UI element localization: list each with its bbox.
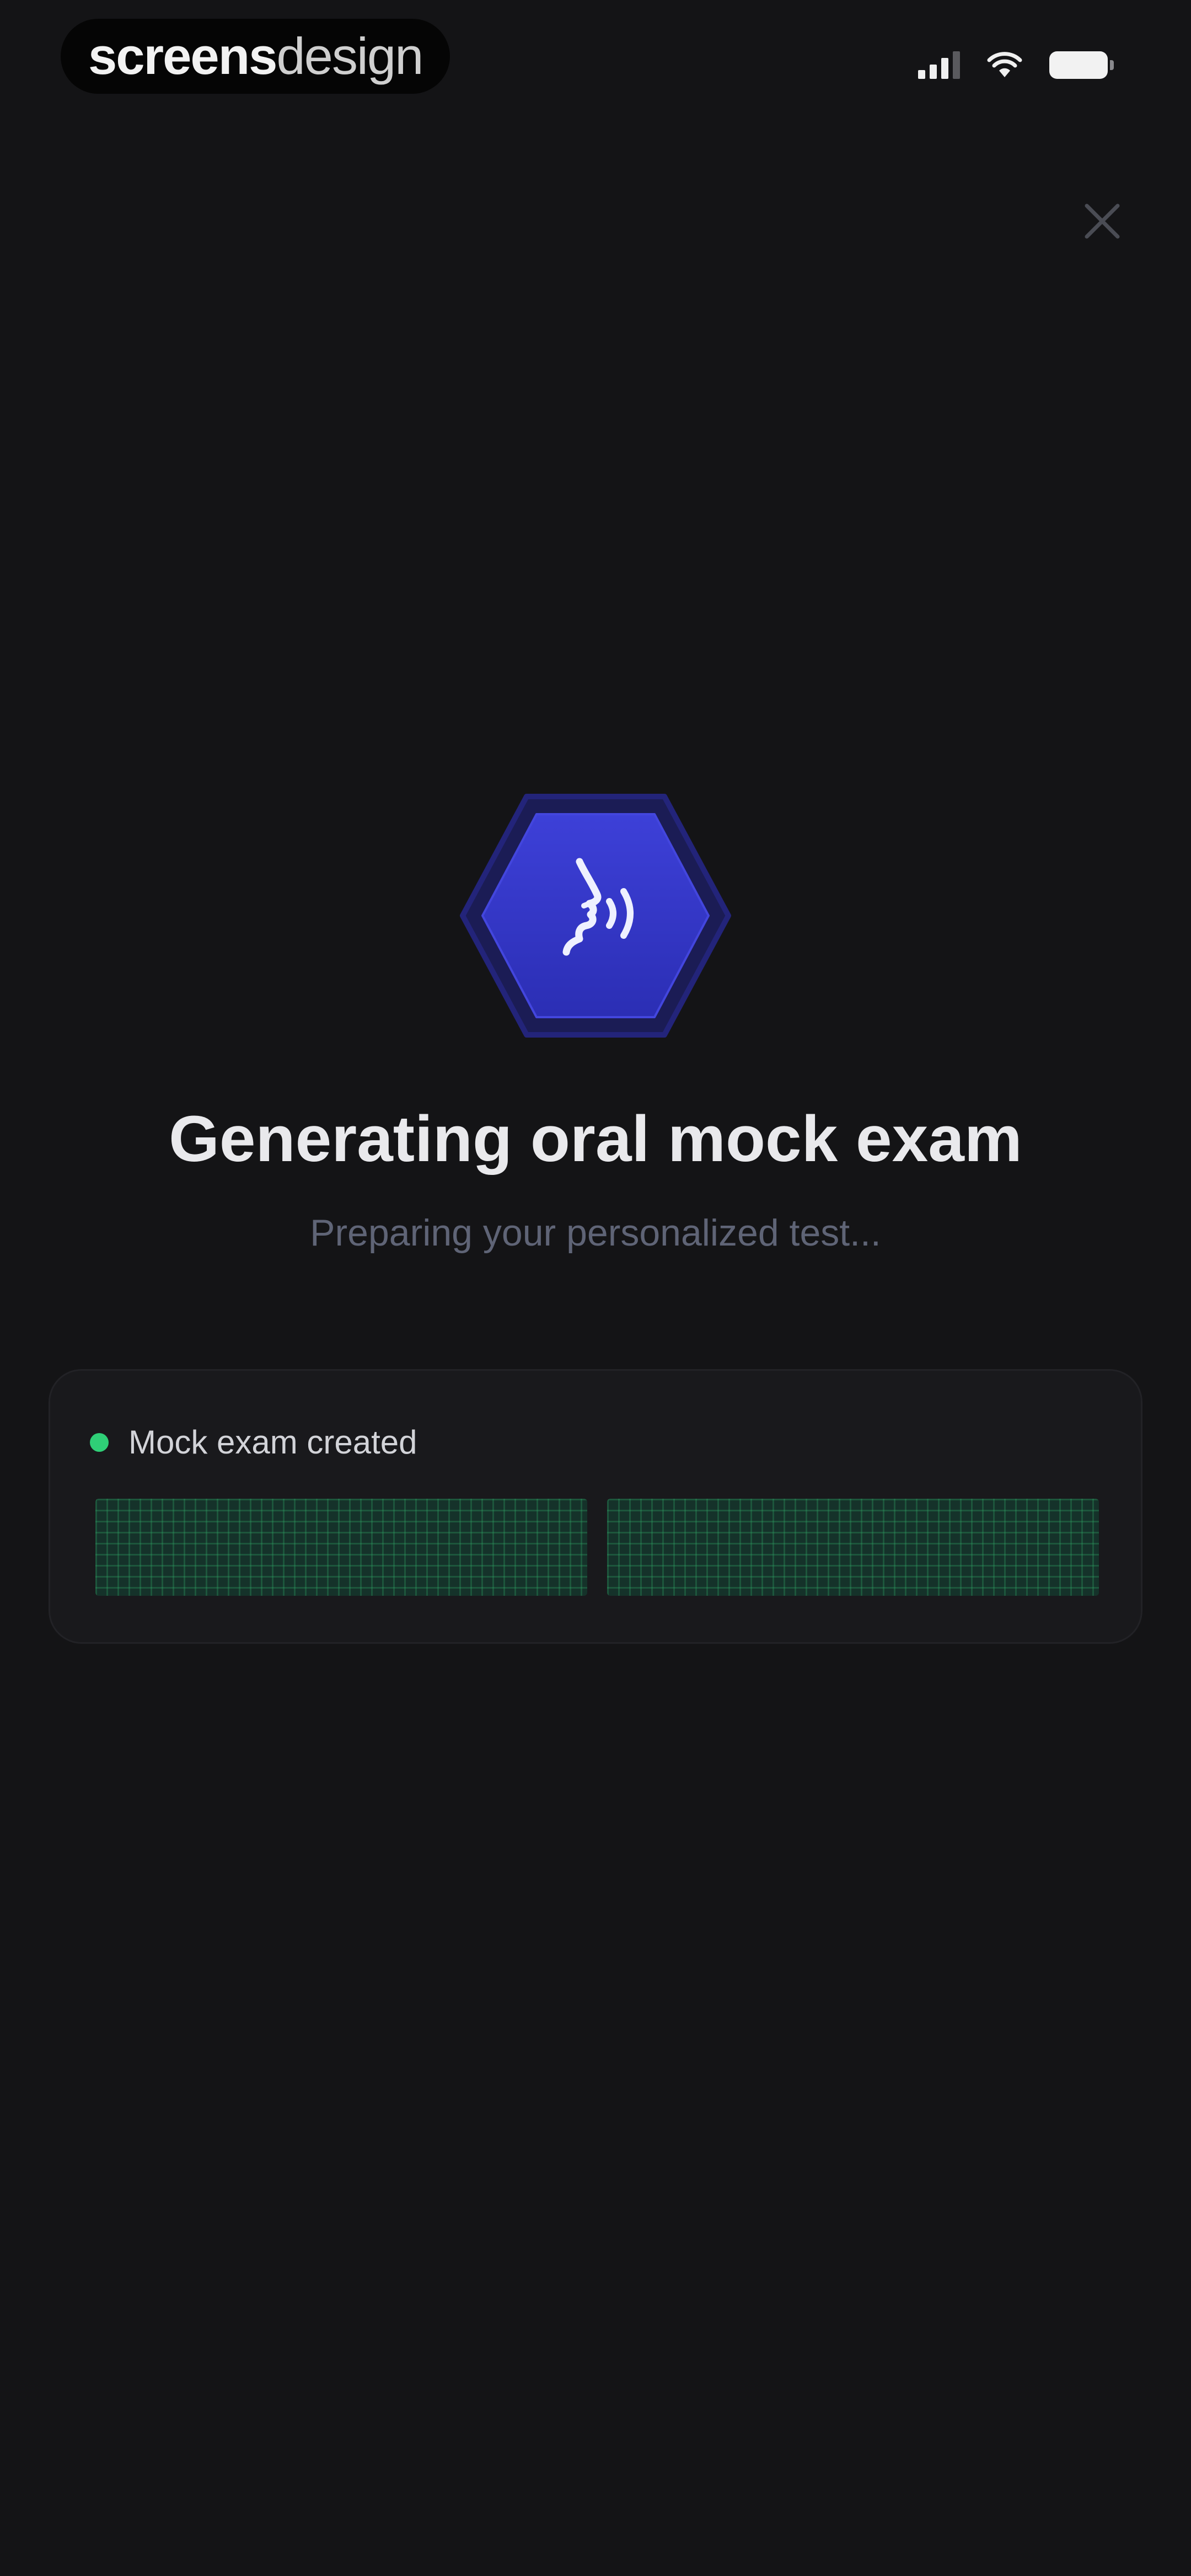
battery-icon xyxy=(1049,51,1114,79)
watermark-light-text: design xyxy=(276,27,423,85)
oral-exam-badge xyxy=(459,789,732,1043)
status-bar xyxy=(918,51,1114,79)
progress-bar xyxy=(95,1499,1099,1596)
wifi-icon xyxy=(987,52,1022,77)
progress-step-label: Mock exam created xyxy=(128,1424,417,1461)
progress-segment xyxy=(607,1499,1099,1596)
page-title: Generating oral mock exam xyxy=(169,1103,1022,1175)
signal-icon xyxy=(918,51,960,79)
close-icon xyxy=(1085,204,1120,239)
watermark-logo: screens design xyxy=(61,19,450,94)
speaking-head-icon xyxy=(460,794,731,1038)
generation-progress-card: Mock exam created xyxy=(49,1369,1142,1644)
close-button[interactable] xyxy=(1079,197,1126,245)
progress-segment xyxy=(95,1499,587,1596)
watermark-bold-text: screens xyxy=(88,27,277,85)
status-dot-icon xyxy=(90,1433,109,1452)
progress-step: Mock exam created xyxy=(90,1426,417,1459)
page-subtitle: Preparing your personalized test... xyxy=(310,1212,881,1254)
